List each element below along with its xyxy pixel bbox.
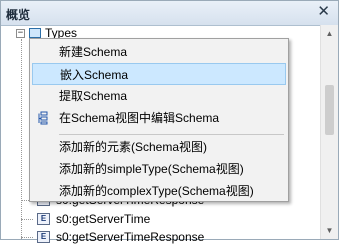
element-icon: E: [37, 231, 50, 243]
menu-item-add-simpletype[interactable]: 添加新的simpleType(Schema视图): [32, 158, 286, 180]
menu-item-extract-schema[interactable]: 提取Schema: [32, 85, 286, 107]
schema-edit-icon: [37, 111, 51, 125]
tree-line: [21, 39, 22, 239]
close-icon[interactable]: ✕: [317, 4, 330, 20]
menu-item-label: 在Schema视图中编辑Schema: [59, 111, 220, 125]
menu-item-label: 添加新的simpleType(Schema视图): [59, 162, 244, 176]
menu-item-add-complextype[interactable]: 添加新的complexType(Schema视图): [32, 180, 286, 202]
panel-titlebar: 概览 ✕: [1, 1, 338, 26]
menu-item-label: 添加新的complexType(Schema视图): [59, 184, 254, 198]
tree-item[interactable]: s0:getServerTimeResponse: [56, 229, 204, 245]
scroll-up-icon[interactable]: ▲: [321, 25, 338, 42]
menu-item-label: 添加新的元素(Schema视图): [59, 140, 208, 154]
scrollbar-thumb[interactable]: [325, 85, 334, 135]
vertical-scrollbar[interactable]: ▲ ▼: [320, 25, 338, 239]
collapse-icon[interactable]: −: [16, 29, 25, 38]
menu-item-label: 提取Schema: [59, 89, 128, 103]
menu-item-new-schema[interactable]: 新建Schema: [32, 41, 286, 63]
menu-item-add-element[interactable]: 添加新的元素(Schema视图): [32, 136, 286, 158]
menu-item-label: 新建Schema: [59, 45, 128, 59]
element-icon: E: [37, 213, 50, 225]
tree-line: [21, 237, 33, 238]
tree-line: [21, 219, 33, 220]
menu-item-embed-schema[interactable]: 嵌入Schema: [32, 63, 286, 85]
scroll-down-icon[interactable]: ▼: [321, 222, 338, 239]
menu-item-edit-in-schema-view[interactable]: 在Schema视图中编辑Schema: [32, 107, 286, 129]
menu-item-label: 嵌入Schema: [60, 68, 129, 82]
menu-separator: [59, 134, 284, 135]
tree-item[interactable]: s0:getServerTime: [56, 211, 150, 227]
types-folder-icon: [29, 28, 41, 38]
context-menu: 新建Schema 嵌入Schema 提取Schema 在Schema视图中编辑S…: [29, 38, 289, 202]
panel-title: 概览: [6, 8, 31, 22]
